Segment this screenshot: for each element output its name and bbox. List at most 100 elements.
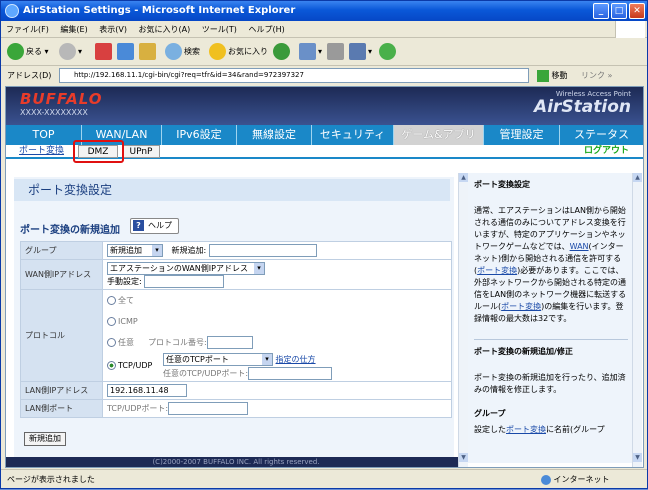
logout-link[interactable]: ログアウト	[584, 145, 629, 158]
wan-link[interactable]: WAN	[570, 242, 589, 251]
history-icon	[273, 43, 290, 60]
menu-help[interactable]: ヘルプ(H)	[248, 25, 284, 34]
menu-edit[interactable]: 編集(E)	[60, 25, 87, 34]
menu-file[interactable]: ファイル(F)	[6, 25, 49, 34]
browser-window: AirStation Settings - Microsoft Internet…	[0, 0, 648, 489]
go-button[interactable]: 移動	[537, 67, 568, 84]
scroll-up-icon[interactable]: ▲	[459, 173, 468, 182]
new-group-input[interactable]	[208, 244, 317, 257]
ie-icon	[5, 4, 19, 18]
stop-button[interactable]	[95, 42, 114, 62]
close-button[interactable]: ✕	[629, 3, 645, 19]
tab-wireless[interactable]: 無線設定	[237, 125, 312, 145]
home-icon	[139, 43, 156, 60]
copyright: (C)2000-2007 BUFFALO INC. All rights res…	[6, 457, 466, 467]
highlight-box	[73, 140, 124, 163]
wan-ip-select[interactable]: エアステーションのWAN側IPアドレス	[107, 261, 265, 275]
address-input[interactable]: http://192.168.11.1/cgi-bin/cgi?req=tfr&…	[59, 68, 529, 83]
protocol-cell: 全て ICMP 任意プロトコル番号: TCP/UDP 任意のTCPポート 指定の…	[102, 289, 452, 382]
toolbar: 戻る ▾ ▾ 検索 お気に入り ▾ ▾	[1, 38, 647, 66]
page-title: ポート変換設定	[14, 179, 450, 201]
edit-button[interactable]: ▾	[349, 42, 372, 62]
back-button[interactable]: 戻る ▾	[7, 42, 49, 62]
protocol-all-option[interactable]: 全て	[107, 290, 451, 311]
radio-all[interactable]	[107, 296, 116, 305]
refresh-icon	[117, 43, 134, 60]
lan-ip-input[interactable]: 192.168.11.48	[107, 384, 187, 397]
manual-ip-input[interactable]	[144, 274, 225, 288]
group-select[interactable]: 新規追加	[107, 244, 163, 257]
title-bar: AirStation Settings - Microsoft Internet…	[1, 1, 647, 21]
tab-admin[interactable]: 管理設定	[484, 125, 560, 145]
window-title: AirStation Settings - Microsoft Internet…	[23, 5, 296, 16]
edit-icon	[349, 43, 366, 60]
row-lan-port: LAN側ポート TCP/UDPポート:	[20, 399, 452, 418]
menu-tools[interactable]: ツール(T)	[202, 25, 237, 34]
wan-ip-cell: エアステーションのWAN側IPアドレス 手動設定:	[102, 259, 452, 290]
search-icon	[165, 43, 182, 60]
tab-ipv6[interactable]: IPv6設定	[162, 125, 237, 145]
subtab-port-forward[interactable]: ポート変換	[16, 145, 67, 158]
star-icon	[209, 43, 226, 60]
forward-button[interactable]: ▾	[59, 42, 82, 62]
tcp-port-input[interactable]	[248, 367, 333, 380]
radio-icmp[interactable]	[107, 317, 116, 326]
print-button[interactable]	[327, 42, 346, 62]
favorites-button[interactable]: お気に入り	[209, 42, 268, 62]
subtab-upnp[interactable]: UPnP	[122, 145, 160, 158]
radio-tcpudp[interactable]	[107, 361, 116, 370]
globe-icon	[541, 474, 551, 485]
print-icon	[327, 43, 344, 60]
messenger-icon	[379, 43, 396, 60]
lan-port-input[interactable]	[168, 402, 249, 415]
help-button[interactable]: ? ヘルプ	[130, 218, 179, 234]
side-scroll-up-icon[interactable]: ▲	[633, 173, 642, 182]
history-button[interactable]	[273, 42, 292, 62]
protocol-number-input[interactable]	[206, 336, 253, 349]
menu-view[interactable]: 表示(V)	[99, 25, 127, 34]
help-icon: ?	[133, 220, 144, 231]
tab-security[interactable]: セキュリティ	[312, 125, 394, 145]
new-group-label: 新規追加:	[171, 246, 207, 255]
search-button[interactable]: 検索	[165, 42, 200, 62]
radio-any[interactable]	[107, 338, 116, 347]
side-scroll-down-icon[interactable]: ▼	[633, 453, 642, 462]
port-forward-link-2[interactable]: ポート変換	[501, 302, 541, 311]
address-label: アドレス(D)	[7, 71, 52, 80]
forward-arrow-icon	[59, 43, 76, 60]
add-new-button[interactable]: 新規追加	[24, 432, 66, 446]
protocol-tcpudp-option[interactable]: TCP/UDP 任意のTCPポート 指定の仕方 任意のTCP/UDPポート:	[107, 353, 451, 381]
group-cell: 新規追加 新規追加:	[102, 241, 452, 260]
model-name: XXXX-XXXXXXXX	[20, 108, 88, 117]
home-button[interactable]	[139, 42, 158, 62]
protocol-any-option[interactable]: 任意 プロトコル番号:	[107, 332, 451, 353]
protocol-icmp-option[interactable]: ICMP	[107, 311, 451, 332]
router-header: BUFFALO XXXX-XXXXXXXX Wireless Access Po…	[6, 87, 643, 125]
section-title: ポート変換の新規追加	[20, 225, 120, 236]
manual-label: 手動設定:	[107, 276, 142, 286]
howto-link[interactable]: 指定の仕方	[276, 355, 316, 364]
tab-game-apps[interactable]: ゲーム&アプリ	[394, 125, 484, 145]
wan-ip-label: WAN側IPアドレス	[20, 259, 103, 290]
scroll-down-icon[interactable]: ▼	[459, 453, 468, 462]
minimize-button[interactable]: _	[593, 3, 609, 19]
links-button[interactable]: リンク »	[581, 67, 612, 84]
refresh-button[interactable]	[117, 42, 136, 62]
tab-status[interactable]: ステータス	[560, 125, 643, 145]
port-forward-link-1[interactable]: ポート変換	[477, 266, 517, 275]
mail-button[interactable]: ▾	[299, 42, 322, 62]
status-bar: ページが表示されました インターネット	[1, 469, 647, 489]
messenger-button[interactable]	[379, 42, 398, 62]
port-forward-link-3[interactable]: ポート変換	[506, 425, 546, 434]
windows-logo-icon	[615, 21, 645, 38]
menu-favorites[interactable]: お気に入り(A)	[139, 25, 191, 34]
mail-icon	[299, 43, 316, 60]
main-scrollbar[interactable]: ▲ ▼	[458, 173, 468, 467]
back-arrow-icon	[7, 43, 24, 60]
tab-top[interactable]: TOP	[6, 125, 82, 145]
page-content: BUFFALO XXXX-XXXXXXXX Wireless Access Po…	[5, 86, 644, 468]
lan-port-cell: TCP/UDPポート:	[102, 399, 452, 418]
maximize-button[interactable]: □	[611, 3, 627, 19]
tcp-port-select[interactable]: 任意のTCPポート	[163, 353, 273, 366]
side-scrollbar[interactable]: ▲ ▼	[632, 173, 642, 467]
